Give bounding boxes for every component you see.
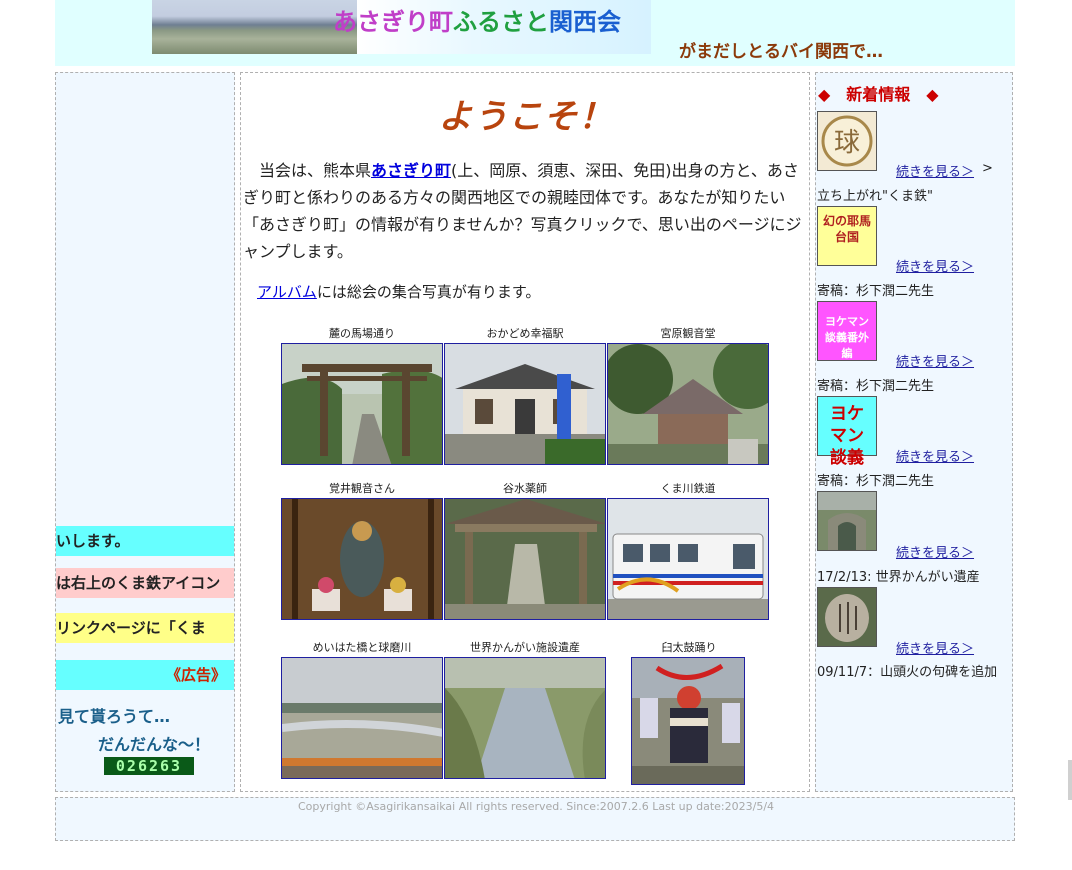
news-text-4: 寄稿：杉下潤二先生 bbox=[817, 474, 935, 489]
photo-cell-tanimizu[interactable]: 谷水薬師 bbox=[444, 480, 607, 624]
photo-caption: 麓の馬場通り bbox=[329, 327, 395, 340]
tagline: がまだしとるバイ関西で… bbox=[679, 42, 883, 62]
kumatetsu-icon[interactable]: 球 bbox=[817, 111, 877, 171]
news-text-2: 寄稿：杉下潤二先生 bbox=[817, 284, 935, 299]
photo-cell-kumagawa[interactable]: くま川鉄道 bbox=[607, 480, 770, 624]
banner-landscape-image bbox=[152, 0, 357, 54]
news-sidebar: ◆ 新着情報 ◆ 球 続きを見る＞ > 立ち上がれ"くま鉄" 幻の耶馬台国 続き… bbox=[815, 72, 1013, 792]
left-message-1: 見て貰ろうて… bbox=[58, 707, 171, 726]
read-more-link-5[interactable]: 続きを見る＞ bbox=[896, 542, 974, 561]
photo-caption: おかどめ幸福駅 bbox=[486, 327, 564, 340]
photo-cell-kakui[interactable]: 覚井観音さん bbox=[281, 480, 444, 624]
read-more-link-6[interactable]: 続きを見る＞ bbox=[896, 638, 974, 657]
usudaiko-dance-photo[interactable] bbox=[631, 657, 746, 786]
news-text-3: 寄稿：杉下潤二先生 bbox=[817, 379, 935, 394]
yokeman-dangi-icon[interactable]: ヨケマン談義 bbox=[817, 396, 877, 468]
irrigation-heritage-icon[interactable] bbox=[817, 491, 877, 551]
site-title-part2: ふるさと bbox=[453, 8, 549, 36]
left-message-2: だんだんな～！ bbox=[98, 735, 211, 754]
photo-caption: 臼太鼓踊り bbox=[661, 641, 717, 654]
marquee-1: いします。 bbox=[56, 526, 234, 556]
photo-cell-usudaiko[interactable]: 臼太鼓踊り bbox=[631, 639, 747, 789]
okadome-station-photo[interactable] bbox=[444, 343, 607, 466]
kumagawa-railway-photo[interactable] bbox=[607, 498, 770, 621]
intro-prefix: 当会は、熊本県 bbox=[243, 161, 372, 180]
news-text-1: 立ち上がれ"くま鉄" bbox=[817, 189, 933, 204]
site-title-part1: あさぎり町 bbox=[333, 8, 453, 36]
photo-cell-kangai[interactable]: 世界かんがい施設遺産 bbox=[444, 639, 607, 783]
read-more-link-4[interactable]: 続きを見る＞ bbox=[896, 446, 974, 465]
visitor-counter: 026263 bbox=[104, 757, 194, 775]
svg-text:球: 球 bbox=[834, 128, 860, 158]
photo-cell-fumoto[interactable]: 麓の馬場通り bbox=[281, 325, 444, 469]
site-title: あさぎり町ふるさと関西会 bbox=[333, 2, 621, 37]
news-text-6: 09/11/7：山頭火の句碑を追加 bbox=[817, 665, 998, 680]
copyright: Copyright ©Asagirikansaikai All rights r… bbox=[297, 800, 775, 813]
fumoto-baba-photo[interactable] bbox=[281, 343, 444, 466]
news-title: ◆ 新着情報 ◆ bbox=[818, 85, 939, 104]
yamatai-icon[interactable]: 幻の耶馬台国 bbox=[817, 206, 877, 266]
meihata-bridge-photo[interactable] bbox=[281, 657, 445, 780]
read-more-suffix: > bbox=[982, 161, 993, 176]
footer: Copyright ©Asagirikansaikai All rights r… bbox=[55, 797, 1015, 841]
left-sidebar: いします。 は右上のくま鉄アイコン リンクページに「くま 《広告》 見て貰ろうて… bbox=[55, 72, 235, 792]
kakui-kannon-photo[interactable] bbox=[281, 498, 444, 621]
irrigation-heritage-photo[interactable] bbox=[444, 657, 607, 780]
ad-marquee[interactable]: 《広告》 bbox=[56, 660, 234, 690]
photo-caption: 谷水薬師 bbox=[503, 482, 547, 495]
photo-caption: くま川鉄道 bbox=[660, 482, 716, 495]
asagiri-town-link[interactable]: あさぎり町 bbox=[371, 161, 451, 180]
photo-cell-okadome[interactable]: おかどめ幸福駅 bbox=[444, 325, 607, 469]
intro-paragraph: 当会は、熊本県あさぎり町(上、岡原、須恵、深田、免田)出身の方と、あさぎり町と係… bbox=[243, 157, 805, 265]
photo-cell-meihata[interactable]: めいはた橋と球磨川 bbox=[281, 639, 445, 783]
album-link[interactable]: アルバム bbox=[257, 283, 317, 301]
read-more-link-3[interactable]: 続きを見る＞ bbox=[896, 351, 974, 370]
scrollbar-thumb[interactable] bbox=[1068, 760, 1072, 800]
read-more-link-1[interactable]: 続きを見る＞ bbox=[896, 161, 974, 180]
site-title-part3: 関西会 bbox=[549, 8, 621, 36]
read-more-link-2[interactable]: 続きを見る＞ bbox=[896, 256, 974, 275]
news-text-5: 17/2/13: 世界かんがい遺産 bbox=[817, 570, 980, 585]
photo-caption: 宮原観音堂 bbox=[660, 327, 716, 340]
tanimizu-yakushi-photo[interactable] bbox=[444, 498, 607, 621]
miyahara-kannon-photo[interactable] bbox=[603, 339, 783, 466]
marquee-3[interactable]: リンクページに「くま bbox=[56, 613, 234, 643]
album-line: アルバムには総会の集合写真が有ります。 bbox=[257, 281, 540, 302]
photo-caption: めいはた橋と球磨川 bbox=[312, 641, 412, 654]
welcome-heading: ようこそ！ bbox=[438, 97, 614, 137]
photo-caption: 世界かんがい施設遺産 bbox=[470, 641, 580, 654]
santoka-monument-icon[interactable] bbox=[817, 587, 877, 647]
photo-cell-miyahara[interactable]: 宮原観音堂 bbox=[603, 325, 783, 469]
yokeman-bangai-icon[interactable]: ヨケマン談義番外編 bbox=[817, 301, 877, 361]
album-suffix: には総会の集合写真が有ります。 bbox=[316, 283, 541, 301]
photo-caption: 覚井観音さん bbox=[329, 482, 395, 495]
marquee-2[interactable]: は右上のくま鉄アイコン bbox=[56, 568, 234, 598]
main-content: ようこそ！ 当会は、熊本県あさぎり町(上、岡原、須恵、深田、免田)出身の方と、あ… bbox=[240, 72, 810, 792]
